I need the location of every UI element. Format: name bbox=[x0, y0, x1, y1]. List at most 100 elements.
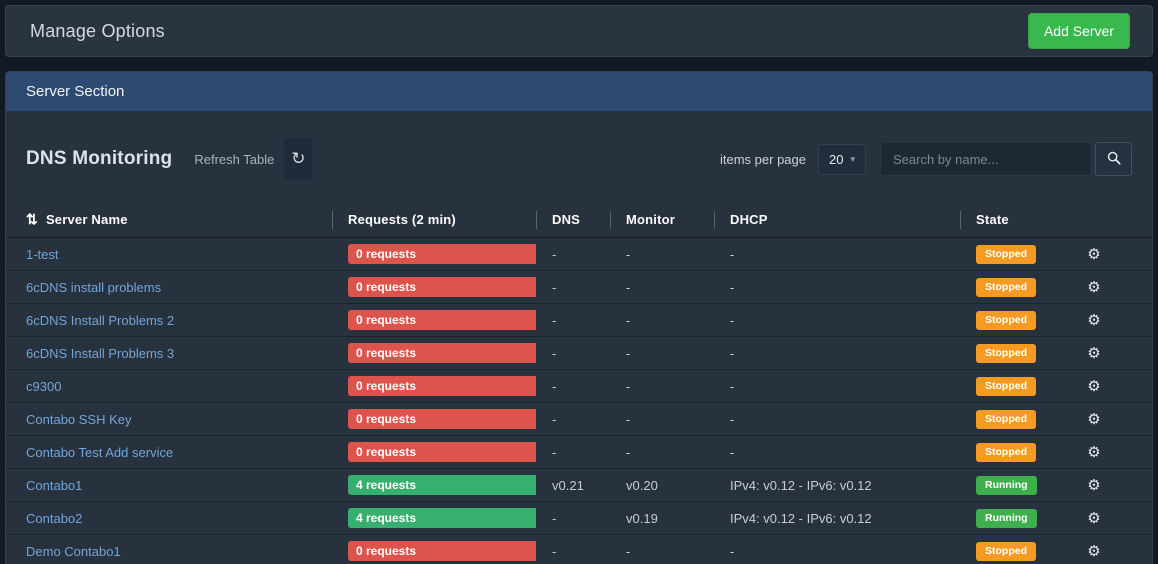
state-badge: Running bbox=[976, 509, 1037, 528]
server-name-link[interactable]: 6cDNS Install Problems 2 bbox=[26, 313, 174, 328]
table-row: Contabo2 4 requests - v0.19 IPv4: v0.12 … bbox=[6, 502, 1152, 535]
state-badge: Stopped bbox=[976, 278, 1036, 297]
refresh-icon: ↻ bbox=[291, 149, 305, 168]
table-row: Contabo Test Add service 0 requests - - … bbox=[6, 436, 1152, 469]
sort-icon[interactable]: ⇅ bbox=[26, 211, 38, 228]
dns-value: - bbox=[536, 445, 610, 460]
server-name-link[interactable]: c9300 bbox=[26, 379, 61, 394]
state-badge: Stopped bbox=[976, 542, 1036, 561]
table-toolbar: DNS Monitoring Refresh Table ↻ items per… bbox=[6, 112, 1152, 202]
dhcp-value: - bbox=[714, 445, 960, 460]
requests-badge: 0 requests bbox=[348, 277, 536, 297]
table-row: 6cDNS Install Problems 2 0 requests - - … bbox=[6, 304, 1152, 337]
requests-badge: 0 requests bbox=[348, 244, 536, 264]
topbar: Manage Options Add Server bbox=[5, 5, 1153, 57]
server-section-panel: Server Section DNS Monitoring Refresh Ta… bbox=[5, 71, 1153, 564]
monitor-value: - bbox=[610, 247, 714, 262]
table-row: 6cDNS install problems 0 requests - - - … bbox=[6, 271, 1152, 304]
state-badge: Stopped bbox=[976, 410, 1036, 429]
section-title: Server Section bbox=[26, 83, 124, 100]
col-header-state: State bbox=[960, 202, 1056, 237]
table-row: 6cDNS Install Problems 3 0 requests - - … bbox=[6, 337, 1152, 370]
dhcp-value: IPv4: v0.12 - IPv6: v0.12 bbox=[714, 511, 960, 526]
dns-value: - bbox=[536, 280, 610, 295]
requests-badge: 4 requests bbox=[348, 475, 536, 495]
dhcp-value: - bbox=[714, 379, 960, 394]
gear-icon[interactable]: ⚙ bbox=[1087, 377, 1100, 395]
server-name-link[interactable]: 6cDNS install problems bbox=[26, 280, 161, 295]
monitor-value: - bbox=[610, 313, 714, 328]
col-header-actions bbox=[1056, 202, 1132, 237]
items-per-page-value: 20 bbox=[829, 152, 843, 167]
table-row: Contabo1 4 requests v0.21 v0.20 IPv4: v0… bbox=[6, 469, 1152, 502]
table-row: Demo Contabo1 0 requests - - - Stopped ⚙ bbox=[6, 535, 1152, 564]
gear-icon[interactable]: ⚙ bbox=[1087, 542, 1100, 560]
state-badge: Stopped bbox=[976, 245, 1036, 264]
refresh-button[interactable]: ↻ bbox=[284, 138, 312, 180]
monitor-value: v0.20 bbox=[610, 478, 714, 493]
requests-badge: 0 requests bbox=[348, 376, 536, 396]
search-icon bbox=[1106, 150, 1122, 169]
col-header-server-name-label: Server Name bbox=[46, 212, 128, 227]
col-header-monitor: Monitor bbox=[610, 202, 714, 237]
gear-icon[interactable]: ⚙ bbox=[1087, 509, 1100, 527]
state-badge: Running bbox=[976, 476, 1037, 495]
dhcp-value: - bbox=[714, 346, 960, 361]
refresh-table-label: Refresh Table bbox=[194, 152, 274, 167]
search-button[interactable] bbox=[1095, 142, 1132, 176]
monitor-value: - bbox=[610, 379, 714, 394]
page-title: Manage Options bbox=[30, 21, 165, 42]
table-row: Contabo SSH Key 0 requests - - - Stopped… bbox=[6, 403, 1152, 436]
dns-value: - bbox=[536, 379, 610, 394]
monitor-value: - bbox=[610, 412, 714, 427]
table-row: 1-test 0 requests - - - Stopped ⚙ bbox=[6, 238, 1152, 271]
requests-badge: 4 requests bbox=[348, 508, 536, 528]
state-badge: Stopped bbox=[976, 443, 1036, 462]
requests-badge: 0 requests bbox=[348, 343, 536, 363]
search-input[interactable] bbox=[880, 142, 1092, 176]
dns-value: - bbox=[536, 247, 610, 262]
dhcp-value: - bbox=[714, 247, 960, 262]
requests-badge: 0 requests bbox=[348, 442, 536, 462]
gear-icon[interactable]: ⚙ bbox=[1087, 344, 1100, 362]
server-name-link[interactable]: Contabo2 bbox=[26, 511, 82, 526]
gear-icon[interactable]: ⚙ bbox=[1087, 278, 1100, 296]
col-header-requests: Requests (2 min) bbox=[332, 202, 536, 237]
gear-icon[interactable]: ⚙ bbox=[1087, 245, 1100, 263]
gear-icon[interactable]: ⚙ bbox=[1087, 443, 1100, 461]
col-header-server-name[interactable]: ⇅ Server Name bbox=[26, 202, 332, 237]
server-name-link[interactable]: 1-test bbox=[26, 247, 59, 262]
monitor-value: - bbox=[610, 445, 714, 460]
server-name-link[interactable]: Contabo Test Add service bbox=[26, 445, 173, 460]
gear-icon[interactable]: ⚙ bbox=[1087, 410, 1100, 428]
items-per-page-select[interactable]: 20 ▾ bbox=[818, 144, 866, 175]
add-server-button[interactable]: Add Server bbox=[1028, 13, 1130, 49]
table-header: ⇅ Server Name Requests (2 min) DNS Monit… bbox=[6, 202, 1152, 238]
server-name-link[interactable]: Contabo SSH Key bbox=[26, 412, 132, 427]
state-badge: Stopped bbox=[976, 311, 1036, 330]
gear-icon[interactable]: ⚙ bbox=[1087, 311, 1100, 329]
server-name-link[interactable]: Demo Contabo1 bbox=[26, 544, 121, 559]
chevron-down-icon: ▾ bbox=[850, 154, 855, 165]
dns-monitoring-title: DNS Monitoring bbox=[26, 148, 172, 170]
monitor-value: v0.19 bbox=[610, 511, 714, 526]
gear-icon[interactable]: ⚙ bbox=[1087, 476, 1100, 494]
monitor-value: - bbox=[610, 544, 714, 559]
server-name-link[interactable]: Contabo1 bbox=[26, 478, 82, 493]
dhcp-value: - bbox=[714, 280, 960, 295]
dns-value: - bbox=[536, 412, 610, 427]
requests-badge: 0 requests bbox=[348, 541, 536, 561]
dhcp-value: - bbox=[714, 544, 960, 559]
section-header: Server Section bbox=[6, 72, 1152, 112]
dns-value: - bbox=[536, 346, 610, 361]
dns-value: - bbox=[536, 511, 610, 526]
col-header-dns: DNS bbox=[536, 202, 610, 237]
server-name-link[interactable]: 6cDNS Install Problems 3 bbox=[26, 346, 174, 361]
state-badge: Stopped bbox=[976, 344, 1036, 363]
requests-badge: 0 requests bbox=[348, 310, 536, 330]
table-body: 1-test 0 requests - - - Stopped ⚙ 6cDNS … bbox=[6, 238, 1152, 564]
dhcp-value: - bbox=[714, 313, 960, 328]
state-badge: Stopped bbox=[976, 377, 1036, 396]
monitor-value: - bbox=[610, 346, 714, 361]
monitor-value: - bbox=[610, 280, 714, 295]
